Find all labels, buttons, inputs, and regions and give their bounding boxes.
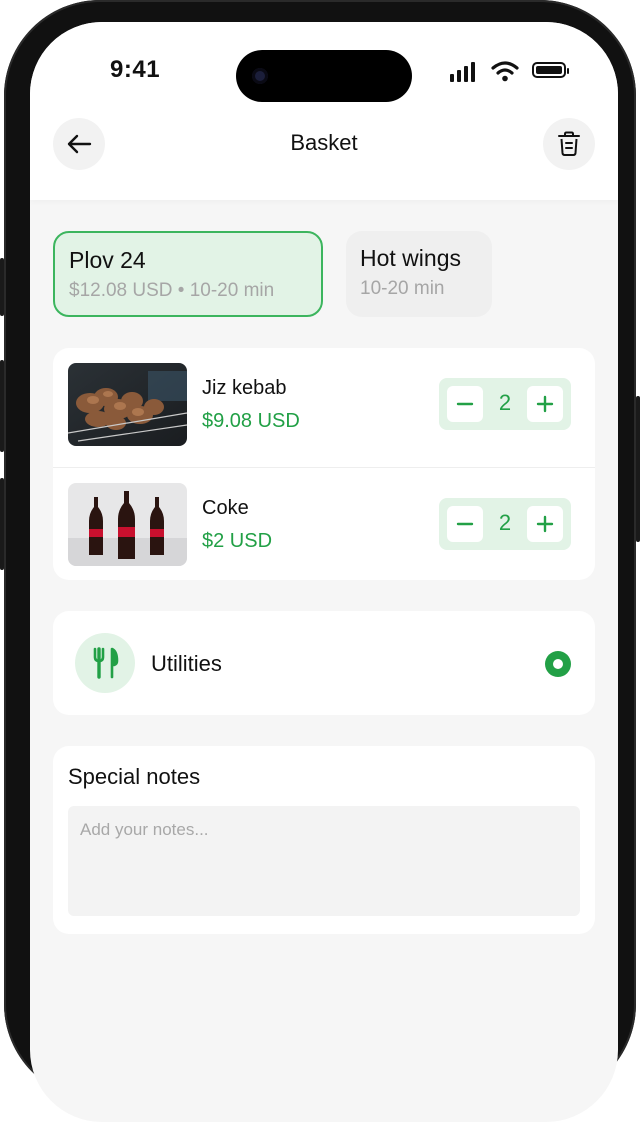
side-button-volume-up bbox=[0, 360, 4, 452]
item-price: $9.08 USD bbox=[202, 410, 300, 432]
restaurant-tab-hot-wings[interactable]: Hot wings 10-20 min bbox=[346, 231, 492, 317]
battery-icon bbox=[532, 62, 569, 78]
quantity-stepper: 2 bbox=[439, 498, 571, 550]
utilities-label: Utilities bbox=[151, 651, 222, 676]
status-time: 9:41 bbox=[110, 56, 161, 83]
item-name: Jiz kebab bbox=[202, 377, 287, 399]
side-button-silent bbox=[0, 258, 4, 316]
restaurant-name: Plov 24 bbox=[69, 247, 146, 273]
utilities-radio[interactable] bbox=[545, 651, 571, 677]
top-bar: 9:41 Basket bbox=[30, 22, 618, 200]
side-button-volume-down bbox=[0, 478, 4, 570]
quantity-value: 2 bbox=[498, 510, 512, 535]
restaurant-name: Hot wings bbox=[360, 245, 461, 271]
basket-item: Coke $2 USD 2 bbox=[53, 468, 595, 588]
notes-title: Special notes bbox=[68, 764, 201, 789]
status-icons bbox=[450, 60, 576, 82]
trash-icon bbox=[558, 131, 580, 156]
clear-basket-button[interactable] bbox=[543, 118, 595, 170]
quantity-stepper: 2 bbox=[439, 378, 571, 430]
plus-icon bbox=[536, 515, 554, 533]
increase-quantity-button[interactable] bbox=[527, 386, 563, 422]
basket-items-panel: Jiz kebab $9.08 USD 2 Coke $2 USD 2 bbox=[53, 348, 595, 580]
restaurant-tab-plov-24[interactable]: Plov 24 $12.08 USD • 10-20 min bbox=[53, 231, 323, 317]
fork-knife-icon bbox=[75, 633, 135, 693]
plus-icon bbox=[536, 395, 554, 413]
dynamic-island bbox=[236, 50, 412, 102]
decrease-quantity-button[interactable] bbox=[447, 506, 483, 542]
minus-icon bbox=[456, 522, 474, 526]
front-camera bbox=[252, 68, 268, 84]
restaurant-meta: 10-20 min bbox=[360, 278, 445, 299]
quantity-value: 2 bbox=[498, 390, 512, 415]
wifi-icon bbox=[491, 61, 519, 82]
side-button-power bbox=[636, 396, 640, 542]
page-title: Basket bbox=[290, 130, 358, 155]
item-price: $2 USD bbox=[202, 530, 273, 552]
basket-item: Jiz kebab $9.08 USD 2 bbox=[53, 348, 595, 468]
special-notes-panel: Special notes bbox=[53, 746, 595, 934]
item-name: Coke bbox=[202, 497, 249, 519]
utilities-option[interactable]: Utilities bbox=[53, 611, 595, 715]
kebab-photo bbox=[68, 363, 187, 446]
notes-input[interactable] bbox=[68, 806, 580, 916]
decrease-quantity-button[interactable] bbox=[447, 386, 483, 422]
minus-icon bbox=[456, 402, 474, 406]
app-screen: 9:41 Basket Plov 24 $12.08 USD • 10-20 m… bbox=[30, 22, 618, 1122]
increase-quantity-button[interactable] bbox=[527, 506, 563, 542]
phone-frame: 9:41 Basket Plov 24 $12.08 USD • 10-20 m… bbox=[0, 0, 640, 1122]
restaurant-meta: $12.08 USD • 10-20 min bbox=[69, 280, 275, 301]
coke-bottles-photo bbox=[68, 483, 187, 566]
